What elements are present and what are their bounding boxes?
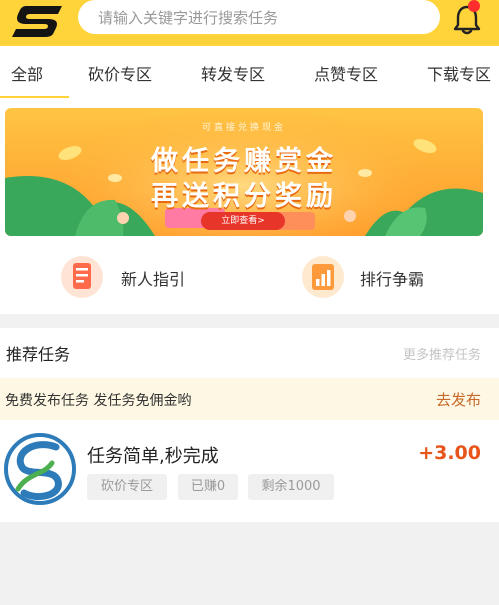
category-tabs: 全部 砍价专区 转发专区 点赞专区 下载专区 xyxy=(0,46,499,98)
tag-category: 砍价专区 xyxy=(87,474,167,500)
shortcut-bar: 新人指引 排行争霸 xyxy=(0,241,499,314)
shortcut-ranking-label[interactable]: 排行争霸 xyxy=(360,266,424,290)
promo-banner[interactable]: 可直接兑换现金 做任务赚赏金 再送积分奖励 立即查看> xyxy=(5,108,483,236)
s-logo-icon[interactable] xyxy=(8,4,66,38)
publish-button[interactable]: 去发布 xyxy=(436,389,481,410)
banner-subtitle: 可直接兑换现金 xyxy=(201,123,286,133)
banner-section: 可直接兑换现金 做任务赚赏金 再送积分奖励 立即查看> xyxy=(0,98,499,241)
task-logo-icon xyxy=(4,433,76,505)
task-reward: +3.00 xyxy=(418,442,481,464)
section-title: 推荐任务 xyxy=(6,345,71,364)
banner-title-line1: 做任务赚赏金 xyxy=(151,146,337,177)
publish-notice: 免费发布任务 发任务免佣金哟 去发布 xyxy=(0,378,499,420)
shortcut-guide-label[interactable]: 新人指引 xyxy=(121,266,185,290)
task-title: 任务简单,秒完成 xyxy=(87,446,219,467)
app-header: 请输入关键字进行搜索任务 xyxy=(0,0,499,46)
notice-text: 免费发布任务 发任务免佣金哟 xyxy=(5,393,192,409)
guide-icon[interactable] xyxy=(60,255,104,299)
search-input[interactable]: 请输入关键字进行搜索任务 xyxy=(78,0,440,34)
tab-download[interactable]: 下载专区 xyxy=(427,61,491,85)
more-tasks-link[interactable]: 更多推荐任务 xyxy=(403,344,481,363)
tab-bargain[interactable]: 砍价专区 xyxy=(88,61,152,85)
task-item[interactable]: 任务简单,秒完成 +3.00 砍价专区 已赚0 剩余1000 xyxy=(0,420,499,522)
notification-badge xyxy=(468,0,480,12)
banner-view-button[interactable]: 立即查看> xyxy=(201,212,285,230)
tag-earned: 已赚0 xyxy=(178,474,238,500)
tab-like[interactable]: 点赞专区 xyxy=(314,61,378,85)
search-placeholder: 请输入关键字进行搜索任务 xyxy=(98,9,279,27)
recommended-section: 推荐任务 更多推荐任务 免费发布任务 发任务免佣金哟 去发布 任务简单,秒完成 … xyxy=(0,328,499,522)
tab-all[interactable]: 全部 xyxy=(11,61,43,85)
banner-title-line2: 再送积分奖励 xyxy=(151,181,337,212)
tab-forward[interactable]: 转发专区 xyxy=(201,61,265,85)
ranking-icon[interactable] xyxy=(301,255,345,299)
tag-remaining: 剩余1000 xyxy=(248,474,334,500)
